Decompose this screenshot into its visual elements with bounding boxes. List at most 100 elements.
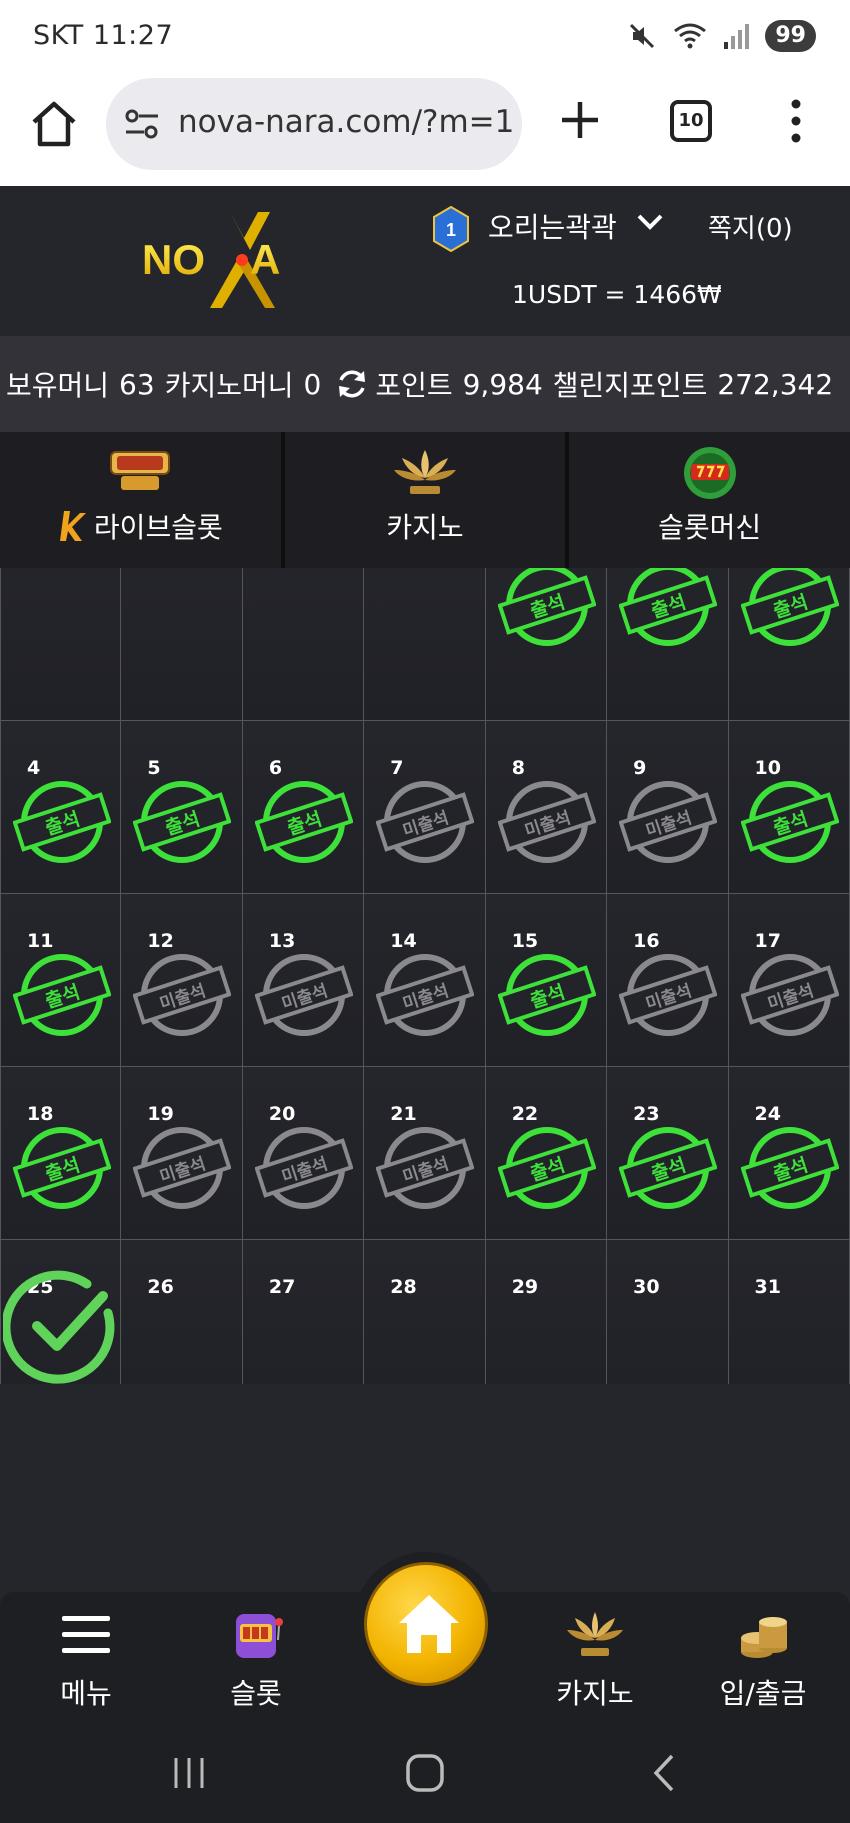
category-tabs: 라이브슬롯 카지노 슬롯머신 [0,432,850,568]
attendance-absent-stamp: 미출석 [740,954,839,1036]
calendar-day-cell: 14 미출석 [364,894,486,1067]
casino-money-label: 카지노머니 [164,369,294,402]
calendar-day-cell: 24 출석 [728,1067,850,1240]
k-logo-icon [59,511,86,541]
calendar-day-cell: 18 출석 [0,1067,122,1240]
challenge-point-value: 272,342 [717,367,834,401]
attendance-present-stamp: 출석 [740,781,839,863]
calendar-day-cell: 27 [242,1240,365,1384]
calendar-day-cell: 15 출석 [485,894,608,1067]
recent-apps-icon[interactable] [166,1750,212,1796]
attendance-present-stamp: 출석 [497,954,596,1036]
calendar-day-cell: 11 출석 [0,894,122,1067]
wifi-icon [674,23,707,49]
attendance-present-stamp: 출석 [13,781,111,863]
coin-stack-icon [741,1617,787,1658]
casino-money-value: 0 [303,367,322,401]
calendar-day-cell: 9 미출석 [607,721,729,894]
tab-live-slot[interactable]: 라이브슬롯 [0,432,285,568]
new-tab-icon[interactable] [558,98,602,142]
calendar-day-cell: 출석 [607,568,729,721]
holding-money-label: 보유머니 [6,369,110,402]
mute-icon [630,23,655,49]
tab-slot-machine[interactable]: 슬롯머신 [569,432,850,568]
center-home-button[interactable] [352,1552,500,1700]
casino-lotus-icon [567,1612,623,1656]
777-slots-icon [683,447,736,499]
holding-money-value: 63 [119,367,155,401]
attendance-calendar: 출석 출석 출석 4 출석 5 출석 6 출석 7 미출석 8 미출석 9 미출석 10 출석 11 출석 12 미출석… [0,568,850,1384]
calendar-day-cell: 22 출석 [485,1067,608,1240]
refresh-icon[interactable] [335,367,369,401]
calendar-day-cell [242,568,365,721]
attendance-present-stamp: 출석 [619,1127,718,1209]
attendance-present-stamp: 출석 [740,568,839,646]
calendar-day-cell: 26 [121,1240,243,1384]
day-number: 27 [268,1276,296,1298]
chevron-down-icon[interactable] [636,212,664,232]
username[interactable]: 오리는곽곽 [488,206,617,246]
calendar-grid: 출석 출석 출석 4 출석 5 출석 6 출석 7 미출석 8 미출석 9 미출석 10 출석 11 출석 12 미출석… [0,568,850,1384]
browser-home-icon[interactable] [28,98,80,150]
url-text: nova-nara.com/?m=1 [178,104,515,140]
home-icon [399,1595,459,1653]
system-navigation [0,1722,850,1823]
calendar-day-cell: 6 출석 [242,721,365,894]
attendance-absent-stamp: 미출석 [376,781,475,863]
messages-link[interactable]: 쪽지(0) [708,208,793,245]
nav-deposit-withdraw-label: 입/출금 [719,1677,807,1710]
balance-bar: 보유머니 63 카지노머니 0 포인트 9,984 챌린지포인트 272,342 [0,336,850,432]
back-icon[interactable] [642,1750,688,1796]
hamburger-menu-icon [62,1616,110,1653]
today-check-icon[interactable] [3,1268,123,1384]
slot-machine-icon [236,1614,283,1658]
calendar-day-cell: 17 미출석 [728,894,850,1067]
attendance-absent-stamp: 미출석 [619,781,718,863]
nav-menu[interactable]: 메뉴 [16,1608,156,1712]
browser-toolbar: nova-nara.com/?m=1 10 [0,74,850,186]
calendar-day-cell: 8 미출석 [485,721,608,894]
calendar-day-cell: 13 미출석 [242,894,365,1067]
attendance-present-stamp: 출석 [133,781,232,863]
tab-label-slot-machine: 슬롯머신 [658,511,762,544]
calendar-day-cell: 16 미출석 [607,894,729,1067]
calendar-day-cell: 출석 [485,568,608,721]
nav-menu-label: 메뉴 [60,1677,112,1710]
attendance-absent-stamp: 미출석 [376,1127,475,1209]
attendance-absent-stamp: 미출석 [254,954,353,1036]
tab-switcher-button[interactable]: 10 [670,100,712,142]
svg-text:NO: NO [142,236,205,283]
battery-indicator: 99 [765,20,816,52]
calendar-day-cell: 5 출석 [121,721,243,894]
calendar-day-cell: 31 [728,1240,850,1384]
nav-slot[interactable]: 슬롯 [186,1608,326,1712]
status-time: SKT 11:27 [33,20,174,51]
status-bar: SKT 11:27 99 [0,0,850,74]
attendance-absent-stamp: 미출석 [376,954,475,1036]
attendance-absent-stamp: 미출석 [133,954,232,1036]
nova-logo[interactable]: NO A [140,210,330,310]
calendar-day-cell [0,568,122,721]
attendance-present-stamp: 출석 [13,954,111,1036]
more-options-icon[interactable] [784,96,808,146]
svg-text:A: A [250,236,280,283]
site-settings-icon[interactable] [124,108,160,140]
attendance-absent-stamp: 미출석 [254,1127,353,1209]
challenge-point-label: 챌린지포인트 [552,369,708,402]
calendar-day-cell: 7 미출석 [364,721,486,894]
attendance-present-stamp: 출석 [619,568,718,646]
nav-deposit-withdraw[interactable]: 입/출금 [693,1608,833,1712]
attendance-present-stamp: 출석 [254,781,353,863]
tab-label-casino: 카지노 [386,511,464,544]
site-header: NO A 1 오리는곽곽 쪽지(0) 1USDT = 1466₩ [0,186,850,336]
calendar-day-cell [121,568,243,721]
nav-slot-label: 슬롯 [230,1677,282,1710]
nav-casino[interactable]: 카지노 [525,1608,665,1712]
k-slot-casino-icon [394,450,456,494]
tab-casino[interactable]: 카지노 [285,432,570,568]
day-number: 29 [511,1276,539,1298]
address-bar[interactable]: nova-nara.com/?m=1 [106,78,522,170]
calendar-day-cell: 20 미출석 [242,1067,365,1240]
system-home-icon[interactable] [402,1750,448,1796]
tab-label-live-slot: 라이브슬롯 [93,511,223,544]
